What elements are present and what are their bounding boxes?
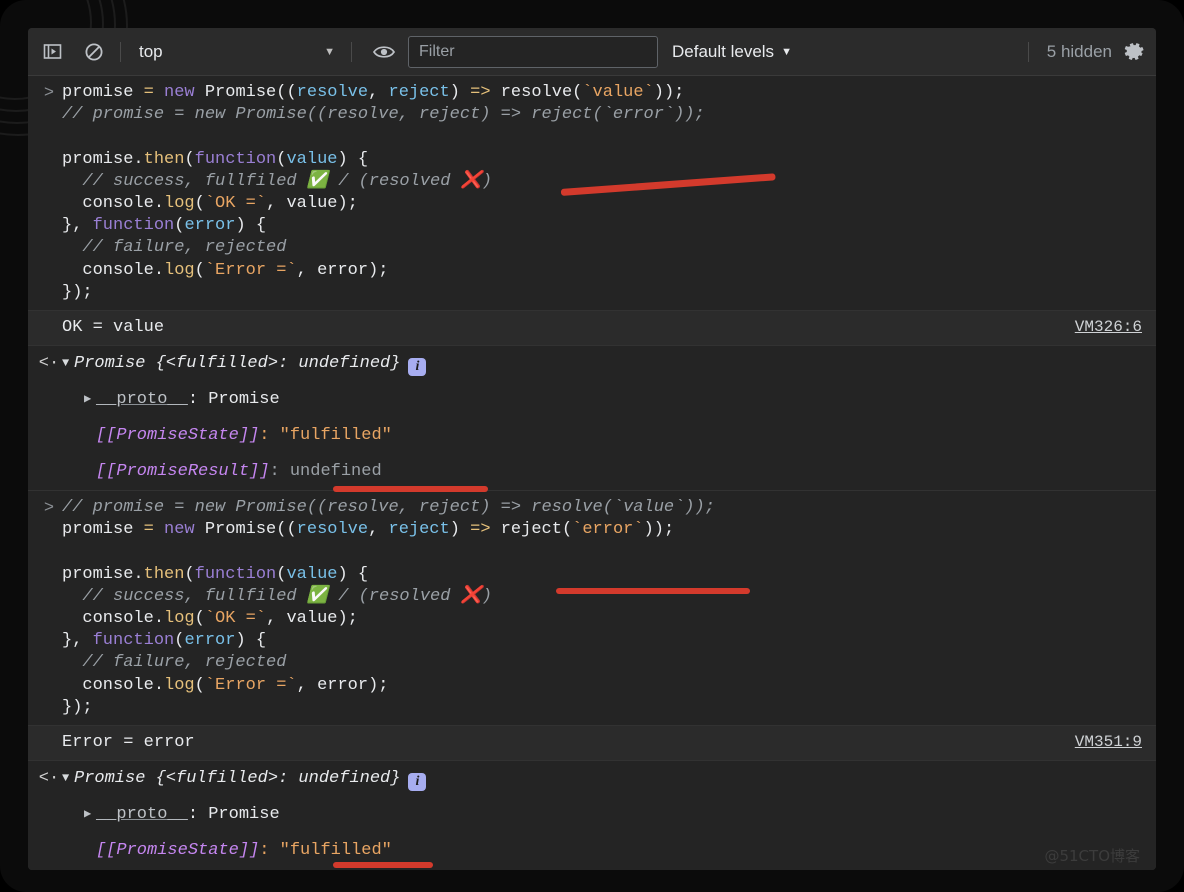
log-text: OK = value: [62, 318, 165, 338]
source-link[interactable]: VM351:9: [1075, 733, 1142, 751]
object-properties: ▶ __proto__: Promise [[PromiseState]]: "fu…: [28, 381, 1156, 490]
object-property-row[interactable]: ▶ __proto__: Promise: [28, 796, 1156, 833]
object-property-row[interactable]: ▶ __proto__: Promise: [28, 381, 1156, 418]
property-name: __proto__: [96, 390, 188, 410]
console-input-entry[interactable]: > promise = new Promise((resolve, reject…: [28, 76, 1156, 312]
live-expression-eye-icon[interactable]: [366, 34, 402, 70]
log-text: Error = error: [62, 733, 195, 753]
code-block: promise = new Promise((resolve, reject) …: [62, 83, 705, 302]
object-property-row[interactable]: [[PromiseState]]: "fulfilled": [28, 833, 1156, 869]
console-result-entry[interactable]: <· ▼ Promise {<fulfilled>: undefined} i ▶ _…: [28, 761, 1156, 870]
toolbar-divider: [120, 41, 121, 62]
input-arrow-icon: >: [43, 499, 55, 519]
source-link[interactable]: VM326:6: [1075, 318, 1142, 336]
console-sidebar-icon[interactable]: [34, 34, 70, 70]
property-value: : undefined: [269, 462, 382, 482]
watermark: @51CTO博客: [1044, 847, 1140, 865]
clear-console-icon[interactable]: [76, 34, 112, 70]
toolbar-right-group: 5 hidden: [1020, 28, 1156, 75]
property-name: [[PromiseState]]: [96, 841, 260, 861]
filter-input-wrapper[interactable]: [408, 35, 658, 68]
console-log-entry: Error = error VM351:9: [28, 726, 1156, 762]
property-name: __proto__: [96, 805, 188, 825]
expand-triangle-icon[interactable]: ▶: [84, 386, 96, 412]
execution-context-value: top: [139, 41, 163, 61]
output-arrow-icon: <·: [38, 354, 60, 374]
settings-gear-icon[interactable]: [1124, 41, 1146, 63]
log-levels-select[interactable]: Default levels ▼: [672, 42, 792, 62]
expand-triangle-icon[interactable]: ▼: [62, 351, 74, 375]
toolbar-divider: [351, 41, 352, 62]
object-property-row[interactable]: [[PromiseState]]: "fulfilled": [28, 418, 1156, 454]
input-arrow-icon: >: [43, 84, 55, 103]
property-value: : "fulfilled": [259, 841, 392, 861]
object-preview-row[interactable]: ▼ Promise {<fulfilled>: undefined} i: [28, 761, 1156, 796]
object-properties: ▶ __proto__: Promise [[PromiseState]]: "fu…: [28, 796, 1156, 870]
expand-triangle-icon[interactable]: ▼: [62, 766, 74, 790]
output-arrow-icon: <·: [38, 769, 60, 789]
execution-context-select[interactable]: top ▼: [129, 38, 343, 66]
object-preview-text: Promise {<fulfilled>: undefined}: [74, 769, 401, 789]
property-value: : Promise: [187, 805, 280, 825]
console-input-entry[interactable]: > // promise = new Promise((resolve, rej…: [28, 491, 1156, 727]
console-log-entry: OK = value VM326:6: [28, 311, 1156, 347]
console-result-entry[interactable]: <· ▼ Promise {<fulfilled>: undefined} i ▶ _…: [28, 346, 1156, 492]
console-message-list[interactable]: > promise = new Promise((resolve, reject…: [28, 76, 1156, 870]
property-name: [[PromiseState]]: [96, 426, 260, 446]
log-levels-label: Default levels: [672, 41, 775, 61]
console-toolbar: top ▼ Default levels ▼ 5 hidden: [28, 28, 1156, 76]
hidden-messages-count[interactable]: 5 hidden: [1047, 42, 1112, 62]
chevron-down-icon: ▼: [781, 45, 792, 58]
devtools-console-panel: top ▼ Default levels ▼ 5 hidden: [28, 28, 1156, 870]
property-value: : "fulfilled": [259, 426, 392, 446]
code-block: // promise = new Promise((resolve, rejec…: [62, 498, 715, 717]
object-preview-row[interactable]: ▼ Promise {<fulfilled>: undefined} i: [28, 346, 1156, 381]
outer-frame: top ▼ Default levels ▼ 5 hidden: [0, 0, 1184, 892]
expand-triangle-icon[interactable]: ▶: [84, 801, 96, 827]
chevron-down-icon: ▼: [324, 45, 335, 58]
info-badge-icon[interactable]: i: [408, 773, 427, 792]
object-property-row[interactable]: [[PromiseResult]]: undefined: [28, 454, 1156, 490]
object-preview-text: Promise {<fulfilled>: undefined}: [74, 354, 401, 374]
object-property-row[interactable]: [[PromiseResult]]: undefined: [28, 869, 1156, 870]
info-badge-icon[interactable]: i: [408, 358, 427, 377]
filter-input[interactable]: [417, 41, 649, 62]
property-name: [[PromiseResult]]: [96, 462, 270, 482]
toolbar-divider: [1027, 41, 1029, 62]
property-value: : Promise: [187, 390, 280, 410]
